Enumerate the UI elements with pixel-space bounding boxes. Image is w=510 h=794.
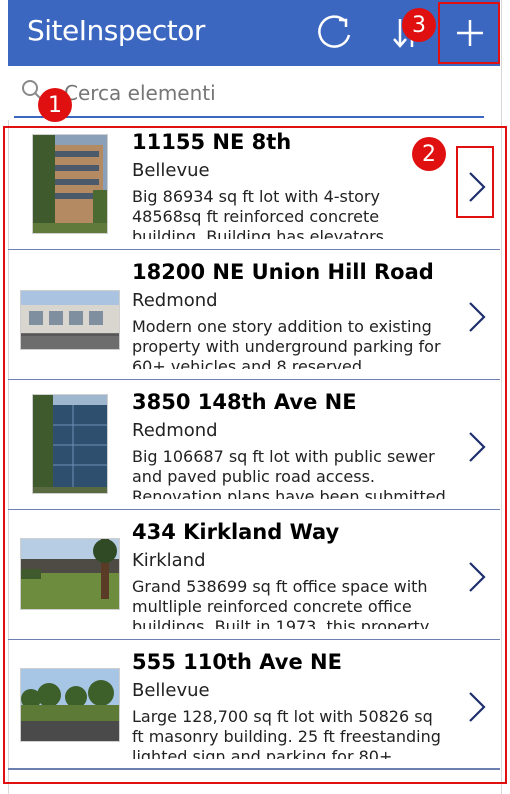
site-address: 434 Kirkland Way — [132, 520, 340, 544]
list-item[interactable]: 18200 NE Union Hill Road Redmond Modern … — [8, 250, 500, 380]
chevron-right-icon — [469, 172, 486, 202]
list-item[interactable]: 3850 148th Ave NE Redmond Big 106687 sq … — [8, 380, 500, 510]
site-description: Large 128,700 sq ft lot with 50826 sq ft… — [132, 707, 441, 759]
annotation-badge-3: 3 — [402, 8, 436, 42]
plus-icon — [457, 20, 483, 46]
site-address: 18200 NE Union Hill Road — [132, 260, 434, 284]
detail-button[interactable] — [460, 166, 494, 208]
search-bar — [8, 66, 500, 120]
annotation-badge-2: 2 — [412, 137, 446, 171]
site-city: Redmond — [132, 420, 218, 441]
site-description: Big 106687 sq ft lot with public sewer a… — [132, 447, 446, 499]
site-city: Redmond — [132, 290, 218, 311]
chevron-right-icon — [469, 692, 486, 722]
site-thumbnail — [20, 538, 120, 610]
site-description: Big 86934 sq ft lot with 4-story 48568sq… — [132, 187, 390, 239]
app-title: SiteInspector — [27, 14, 205, 47]
chevron-right-icon — [469, 302, 486, 332]
site-city: Bellevue — [132, 160, 210, 181]
add-item-button[interactable] — [440, 4, 500, 62]
search-underline — [14, 116, 484, 118]
chevron-right-icon — [469, 432, 486, 462]
detail-button[interactable] — [460, 556, 494, 598]
site-city: Kirkland — [132, 550, 206, 571]
list-item[interactable]: 555 110th Ave NE Bellevue Large 128,700 … — [8, 640, 500, 770]
site-address: 555 110th Ave NE — [132, 650, 342, 674]
detail-button[interactable] — [460, 686, 494, 728]
detail-button[interactable] — [460, 426, 494, 468]
site-city: Bellevue — [132, 680, 210, 701]
list-bottom-divider — [8, 768, 500, 769]
site-address: 3850 148th Ave NE — [132, 390, 357, 414]
annotation-badge-1: 1 — [38, 88, 72, 122]
list-item[interactable]: 434 Kirkland Way Kirkland Grand 538699 s… — [8, 510, 500, 640]
chevron-right-icon — [469, 562, 486, 592]
refresh-icon — [318, 15, 351, 48]
refresh-button[interactable] — [310, 8, 360, 58]
site-description: Grand 538699 sq ft office space with mul… — [132, 577, 430, 629]
site-address: 11155 NE 8th — [132, 130, 292, 154]
site-thumbnail — [32, 394, 108, 494]
site-thumbnail — [20, 290, 120, 350]
detail-button[interactable] — [460, 296, 494, 338]
search-input[interactable] — [64, 78, 484, 108]
site-thumbnail — [32, 134, 108, 234]
site-description: Modern one story addition to existing pr… — [132, 317, 441, 369]
site-thumbnail — [20, 668, 120, 742]
